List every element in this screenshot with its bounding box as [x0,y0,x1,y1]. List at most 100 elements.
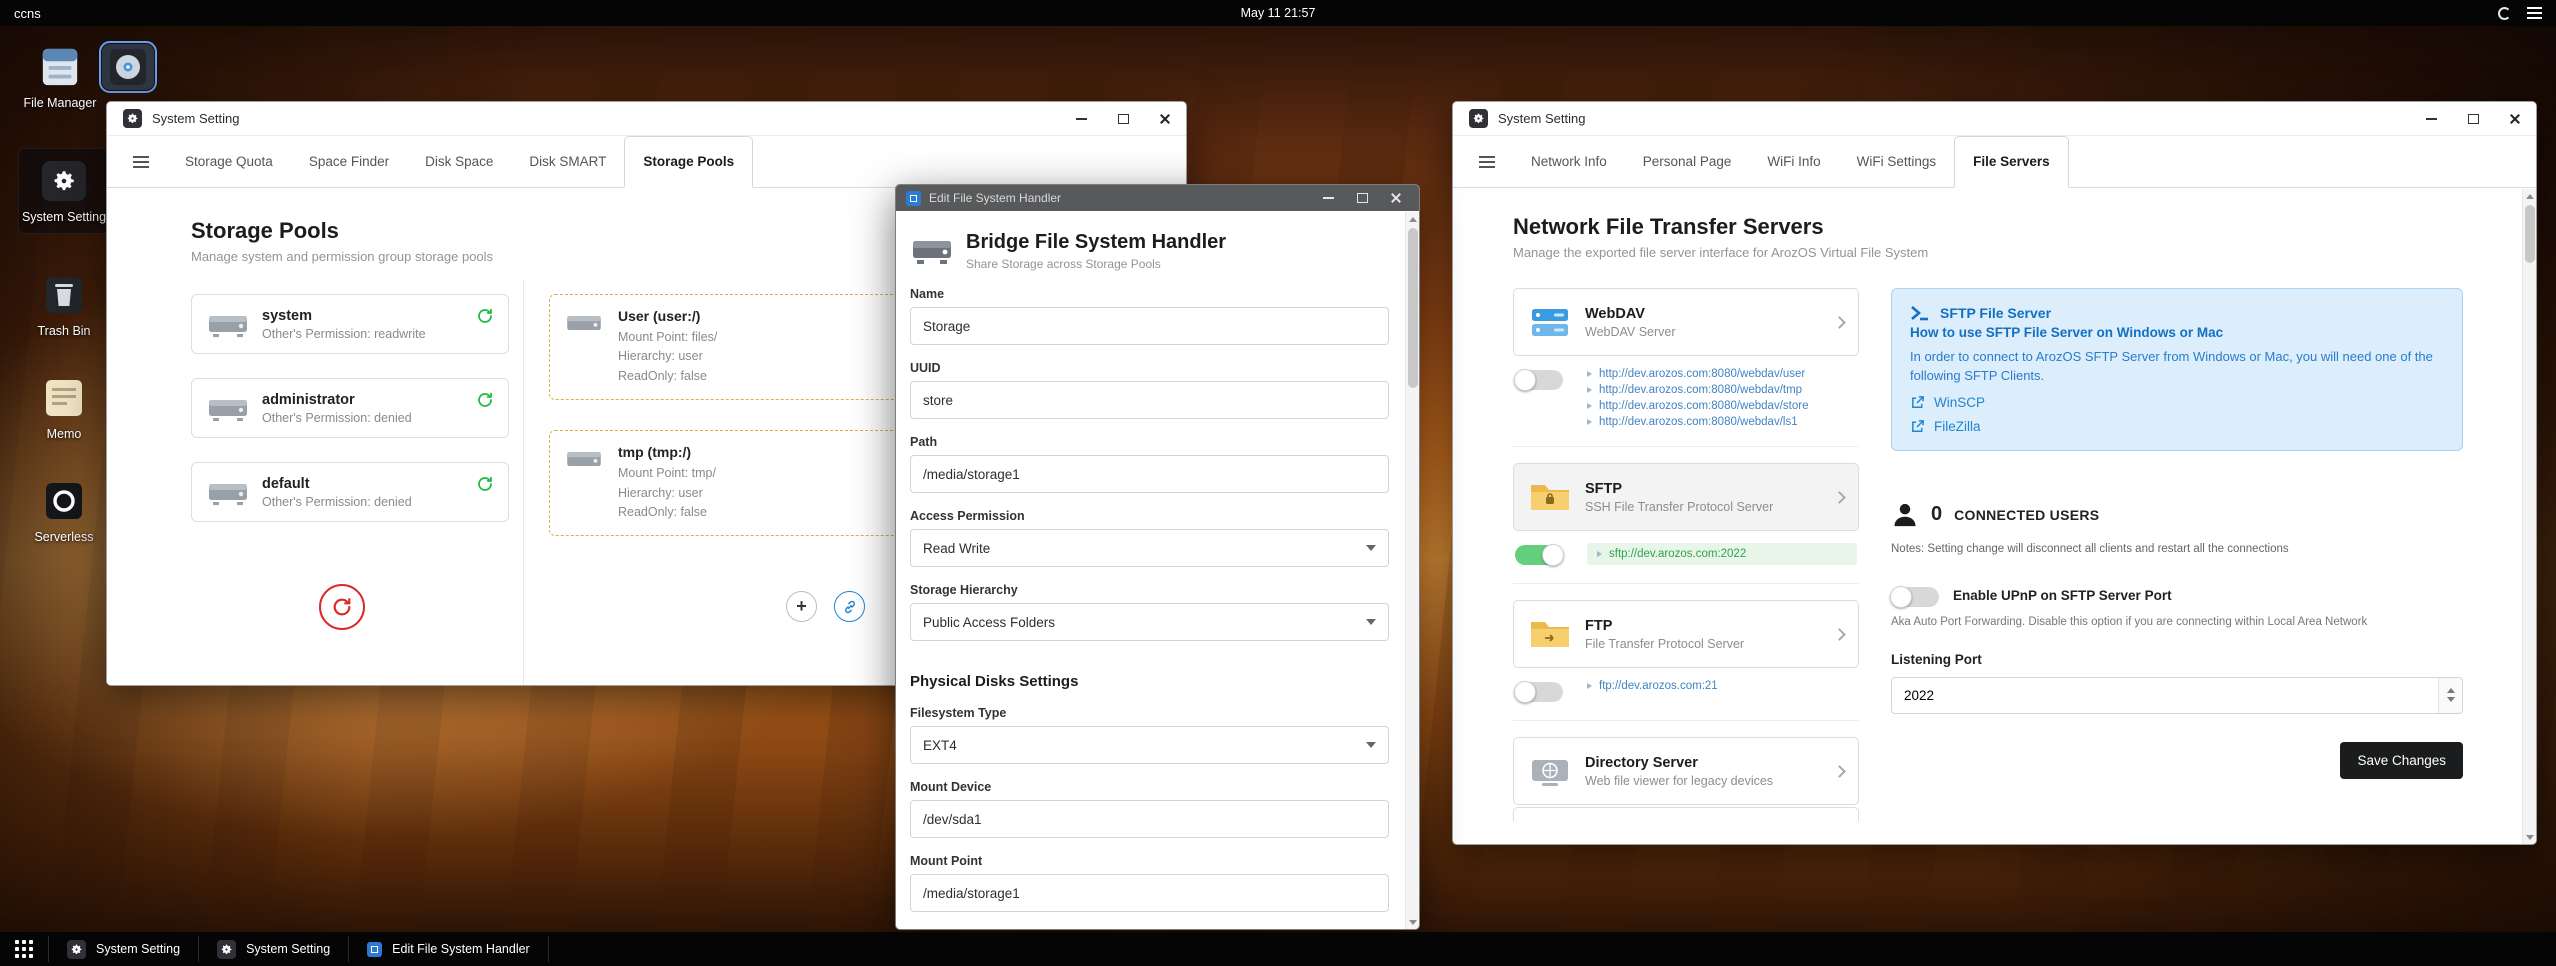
disk-icon [567,452,601,467]
tab-storage-pools[interactable]: Storage Pools [624,136,754,188]
bullet-icon [1587,419,1592,425]
webdav-toggle[interactable] [1514,369,1563,391]
mount-device-input[interactable] [910,800,1389,838]
file-servers-content: Network File Transfer Servers Manage the… [1453,188,2536,844]
tab-network-info[interactable]: Network Info [1513,136,1625,187]
scrollbar-thumb[interactable] [2525,205,2535,263]
pool-card-administrator[interactable]: administrator Other's Permission: denied [191,378,509,438]
system-menu-icon[interactable] [2527,7,2542,19]
service-list: WebDAV WebDAV Server http://dev.arozos.c… [1513,288,1859,821]
service-desc: Web file viewer for legacy devices [1585,773,1774,788]
client-link-winscp[interactable]: WinSCP [1934,395,1985,410]
save-changes-button[interactable]: Save Changes [2340,741,2463,779]
desktop-icon-app[interactable] [98,41,158,93]
window-scrollbar[interactable] [2522,189,2536,844]
tab-space-finder[interactable]: Space Finder [291,136,407,187]
maximize-button[interactable] [2452,102,2494,135]
divider [1513,583,1859,584]
window-titlebar[interactable]: System Setting [107,102,1186,136]
sftp-toggle[interactable] [1515,544,1564,566]
ftp-toggle[interactable] [1514,681,1563,703]
refresh-pools-button[interactable] [319,584,365,630]
sftp-link[interactable]: sftp://dev.arozos.com:2022 [1609,548,1746,560]
access-permission-select[interactable]: Read Write [910,529,1389,567]
app-launcher-button[interactable] [0,932,48,966]
desktop-icon-system-setting[interactable]: System Setting [18,148,110,234]
service-card-directory-server[interactable]: Directory Server Web file viewer for leg… [1513,737,1859,805]
webdav-link[interactable]: http://dev.arozos.com:8080/webdav/store [1599,400,1808,412]
tab-storage-quota[interactable]: Storage Quota [167,136,291,187]
maximize-button[interactable] [1345,185,1379,211]
tab-personal-page[interactable]: Personal Page [1625,136,1750,187]
webdav-link[interactable]: http://dev.arozos.com:8080/webdav/ls1 [1599,416,1798,428]
menu-icon[interactable] [1461,136,1513,187]
close-button[interactable] [1144,102,1186,135]
window-title: System Setting [1498,111,1586,126]
terminal-prompt-icon [1911,306,1928,321]
tab-disk-space[interactable]: Disk Space [407,136,511,187]
ftp-link[interactable]: ftp://dev.arozos.com:21 [1599,680,1718,692]
pool-card-system[interactable]: system Other's Permission: readwrite [191,294,509,354]
system-setting-window-servers: System Setting Network Info Personal Pag… [1452,101,2537,845]
desktop-icon-trash-bin[interactable]: Trash Bin [22,272,106,340]
pool-name: default [262,475,310,492]
service-card-sftp[interactable]: SFTP SSH File Transfer Protocol Server [1513,463,1859,531]
name-input[interactable] [910,307,1389,345]
number-stepper[interactable] [2438,677,2462,713]
edit-form: Bridge File System Handler Share Storage… [896,211,1419,929]
window-titlebar[interactable]: System Setting [1453,102,2536,136]
minimize-button[interactable] [2410,102,2452,135]
upnp-toggle[interactable] [1890,585,1939,608]
sync-icon[interactable] [476,391,494,409]
minimize-button[interactable] [1060,102,1102,135]
window-scrollbar[interactable] [1405,212,1419,929]
webdav-link[interactable]: http://dev.arozos.com:8080/webdav/user [1599,368,1805,380]
desktop-icon-memo[interactable]: Memo [22,375,106,443]
scroll-down-arrow[interactable] [1406,915,1419,929]
webdav-link[interactable]: http://dev.arozos.com:8080/webdav/tmp [1599,384,1802,396]
tab-bar: Network Info Personal Page WiFi Info WiF… [1453,136,2536,188]
desktop-icon-file-manager[interactable]: File Manager [16,44,104,112]
handler-title: Bridge File System Handler [966,231,1227,253]
disc-app-icon [99,41,157,93]
storage-hierarchy-select[interactable]: Public Access Folders [910,603,1389,641]
service-card-webdav[interactable]: WebDAV WebDAV Server [1513,288,1859,356]
user-icon [1894,503,1916,526]
desktop-icon-serverless[interactable]: Serverless [16,478,112,546]
tab-disk-smart[interactable]: Disk SMART [511,136,624,187]
listening-port-input[interactable] [1891,676,2463,714]
sync-icon[interactable] [476,307,494,325]
maximize-button[interactable] [1102,102,1144,135]
tab-file-servers[interactable]: File Servers [1954,136,2069,188]
taskbar-item-edit-fsh[interactable]: Edit File System Handler [349,932,548,966]
path-input[interactable] [910,455,1389,493]
client-link-filezilla[interactable]: FileZilla [1934,419,1981,434]
uuid-input[interactable] [910,381,1389,419]
service-card-ftp[interactable]: FTP File Transfer Protocol Server [1513,600,1859,668]
scroll-down-arrow[interactable] [2523,830,2536,844]
tab-wifi-settings[interactable]: WiFi Settings [1839,136,1955,187]
filesystem-type-select[interactable]: EXT4 [910,726,1389,764]
sync-icon[interactable] [476,475,494,493]
add-mount-button[interactable]: + [786,591,817,622]
taskbar-item-system-setting-2[interactable]: System Setting [199,932,348,966]
chevron-down-icon [1366,619,1376,625]
scrollbar-thumb[interactable] [1408,228,1418,388]
help-title: SFTP File Server [1940,305,2052,321]
gear-icon [1469,109,1488,128]
pool-card-default[interactable]: default Other's Permission: denied [191,462,509,522]
menu-icon[interactable] [115,136,167,187]
minimize-button[interactable] [1311,185,1345,211]
link-mount-button[interactable] [834,591,865,622]
tab-wifi-info[interactable]: WiFi Info [1749,136,1838,187]
field-label-path: Path [910,435,938,449]
taskbar-item-system-setting-1[interactable]: System Setting [49,932,198,966]
window-titlebar[interactable]: Edit File System Handler [896,185,1419,211]
close-button[interactable] [1379,185,1413,211]
mount-point-input[interactable] [910,874,1389,912]
scroll-up-arrow[interactable] [1406,212,1419,226]
scroll-up-arrow[interactable] [2523,189,2536,203]
field-label-mount-point: Mount Point [910,854,983,868]
bullet-icon [1587,403,1592,409]
close-button[interactable] [2494,102,2536,135]
